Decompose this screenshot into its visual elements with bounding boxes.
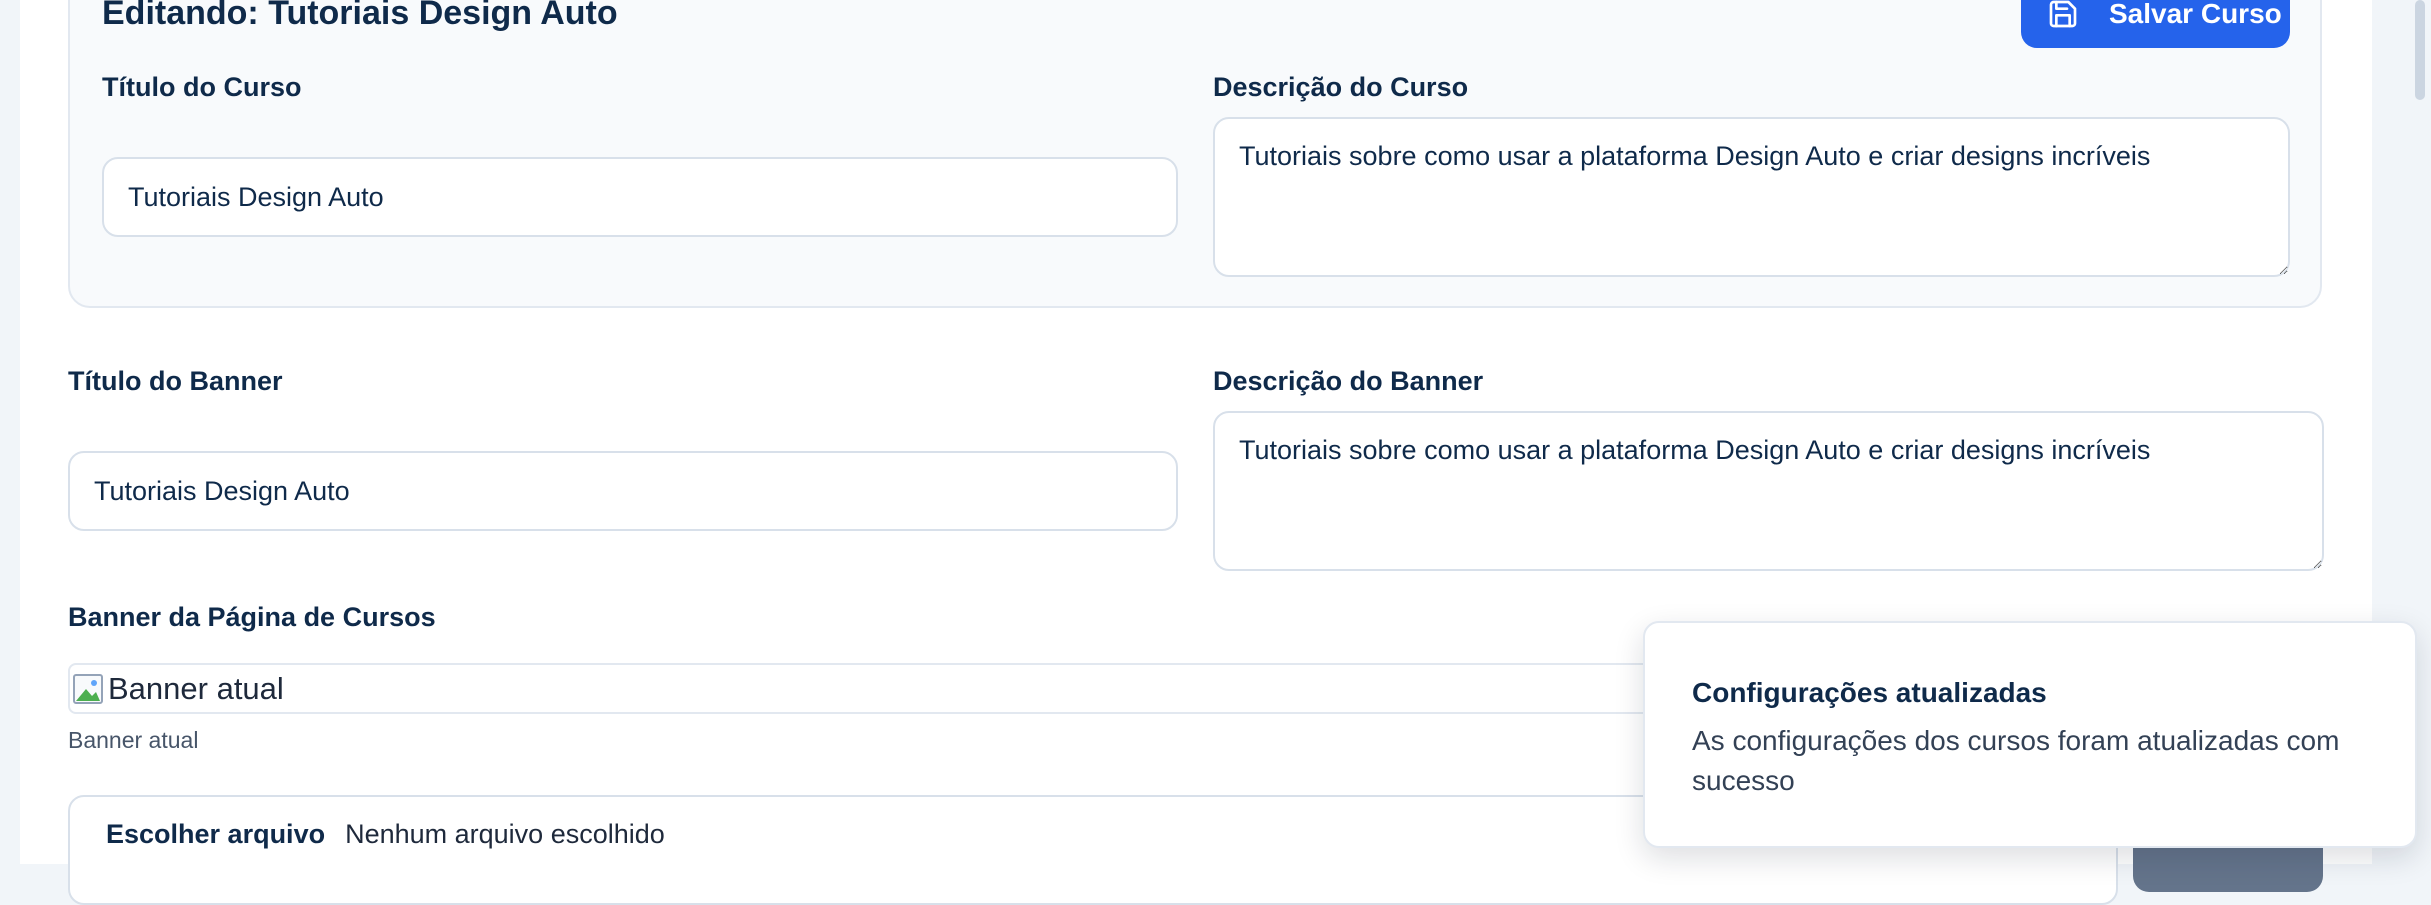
broken-image-icon: [73, 673, 103, 704]
course-title-label: Título do Curso: [102, 72, 302, 102]
success-toast: Configurações atualizadas As configuraçõ…: [1643, 621, 2417, 848]
choose-file-button[interactable]: Escolher arquivo: [106, 819, 325, 850]
banner-title-label: Título do Banner: [68, 366, 283, 396]
course-title-input[interactable]: [102, 157, 1178, 237]
save-course-button[interactable]: Salvar Curso: [2021, 0, 2290, 48]
file-status-text: Nenhum arquivo escolhido: [345, 819, 665, 849]
banner-description-label: Descrição do Banner: [1213, 366, 1484, 396]
course-description-label: Descrição do Curso: [1213, 72, 1469, 102]
course-description-textarea[interactable]: Tutoriais sobre como usar a plataforma D…: [1213, 117, 2290, 277]
banner-title-input[interactable]: [68, 451, 1178, 531]
toast-title: Configurações atualizadas: [1692, 677, 2047, 708]
page-title: Editando: Tutoriais Design Auto: [102, 0, 618, 32]
save-course-label: Salvar Curso: [2109, 0, 2282, 29]
save-icon: [2049, 0, 2077, 28]
toast-message: As configurações dos cursos foram atuali…: [1692, 725, 2340, 796]
banner-description-textarea[interactable]: Tutoriais sobre como usar a plataforma D…: [1213, 411, 2324, 571]
current-banner-image: Banner atual: [68, 663, 1668, 714]
banner-section-label: Banner da Página de Cursos: [68, 602, 436, 632]
banner-caption: Banner atual: [68, 727, 199, 753]
banner-alt-text: Banner atual: [108, 670, 284, 706]
scrollbar-thumb[interactable]: [2415, 0, 2425, 100]
